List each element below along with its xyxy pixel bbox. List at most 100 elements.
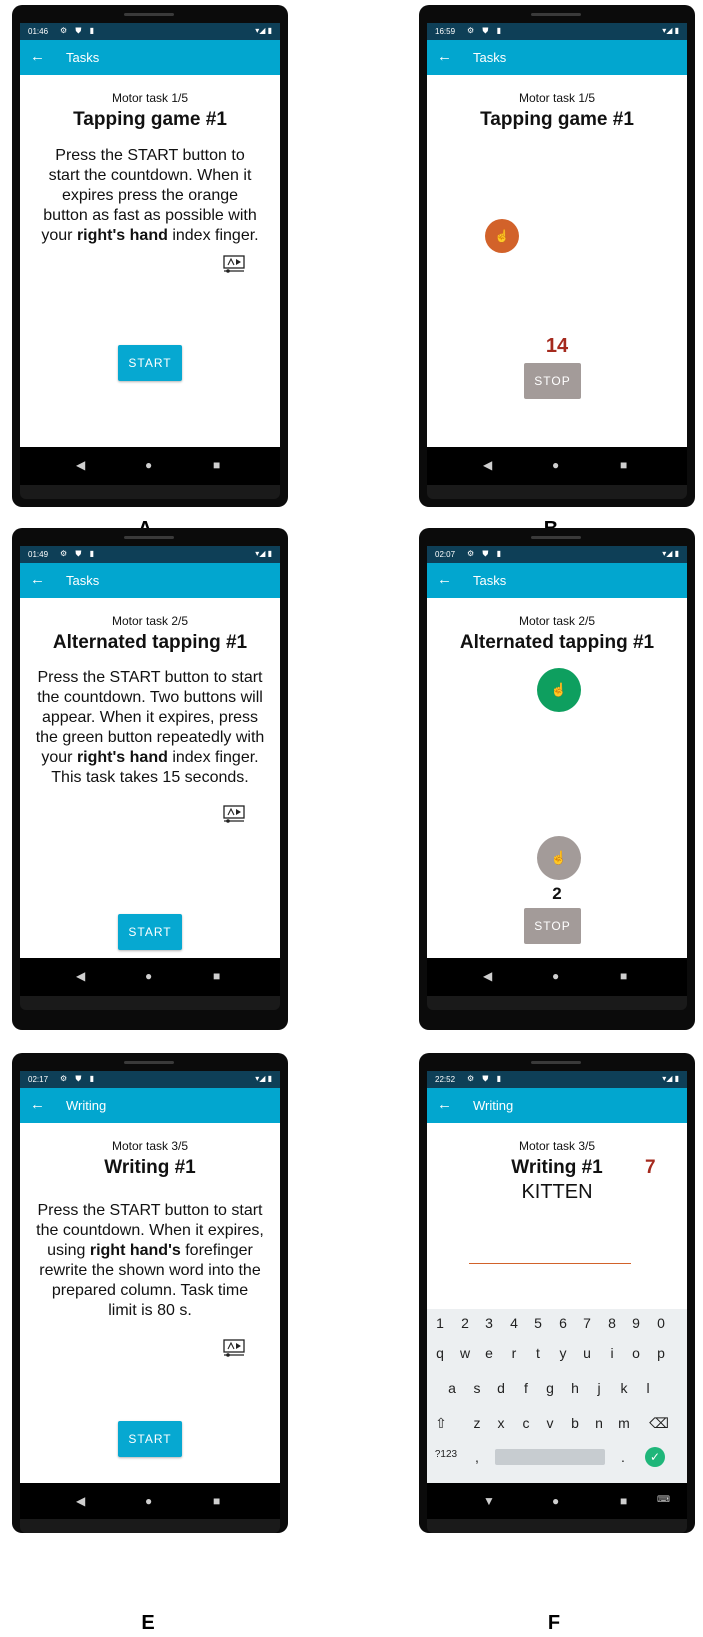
comma-key[interactable]: , — [467, 1449, 487, 1465]
status-icons: ⚙ ⛊ ▮ — [467, 26, 505, 35]
nav-recent-icon[interactable]: ■ — [213, 458, 220, 472]
phone-chin — [427, 1519, 687, 1533]
start-button[interactable]: START — [118, 345, 182, 381]
back-arrow-icon[interactable]: ← — [30, 48, 45, 65]
gray-tap-button[interactable]: ☝ — [537, 836, 581, 880]
key[interactable]: y — [553, 1345, 573, 1361]
period-key[interactable]: . — [613, 1449, 633, 1465]
space-key[interactable] — [495, 1449, 605, 1465]
signal-battery-icon: ▾◢ ▮ — [662, 549, 679, 558]
key[interactable]: u — [577, 1345, 597, 1361]
nav-back-icon[interactable]: ◀ — [483, 458, 492, 472]
soft-keyboard: 1 2 3 4 5 6 7 8 9 0 q w e r t y u i o p … — [427, 1309, 687, 1483]
key[interactable]: 1 — [430, 1315, 450, 1331]
stop-button[interactable]: STOP — [524, 908, 581, 944]
key[interactable]: 8 — [602, 1315, 622, 1331]
nav-home-icon[interactable]: ● — [145, 458, 152, 472]
nav-home-icon[interactable]: ● — [552, 969, 559, 983]
enter-check-icon[interactable]: ✓ — [645, 1447, 665, 1467]
key[interactable]: a — [442, 1380, 462, 1396]
key[interactable]: b — [565, 1415, 585, 1431]
key[interactable]: o — [626, 1345, 646, 1361]
nav-recent-icon[interactable]: ■ — [620, 1494, 627, 1508]
orange-tap-button[interactable]: ☝ — [485, 219, 519, 253]
writing-input-line[interactable] — [469, 1263, 631, 1264]
task-heading: Tapping game #1 — [73, 109, 227, 130]
nav-bar: ◀ ● ■ — [20, 1483, 280, 1521]
panel-label: F — [547, 1612, 561, 1634]
nav-back-icon[interactable]: ◀ — [76, 1494, 85, 1508]
back-arrow-icon[interactable]: ← — [30, 571, 45, 588]
key[interactable]: c — [516, 1415, 536, 1431]
key[interactable]: h — [565, 1380, 585, 1396]
task-number: Motor task 1/5 — [111, 91, 189, 105]
key[interactable]: m — [614, 1415, 634, 1431]
shift-key-icon[interactable]: ⇧ — [431, 1415, 451, 1432]
nav-back-icon[interactable]: ◀ — [76, 458, 85, 472]
key[interactable]: k — [614, 1380, 634, 1396]
video-tutorial-icon[interactable] — [223, 805, 245, 823]
key[interactable]: z — [467, 1415, 487, 1431]
nav-back-icon[interactable]: ◀ — [76, 969, 85, 983]
countdown-value: 2 — [552, 884, 562, 903]
status-bar: 02:17 ⚙ ⛊ ▮ ▾◢ ▮ — [20, 1071, 280, 1088]
back-arrow-icon[interactable]: ← — [437, 571, 452, 588]
back-arrow-icon[interactable]: ← — [437, 48, 452, 65]
signal-battery-icon: ▾◢ ▮ — [662, 26, 679, 35]
nav-home-icon[interactable]: ● — [552, 458, 559, 472]
key[interactable]: l — [638, 1380, 658, 1396]
video-tutorial-icon[interactable] — [223, 1339, 245, 1357]
key[interactable]: 3 — [479, 1315, 499, 1331]
key[interactable]: t — [528, 1345, 548, 1361]
nav-bar: ◀ ● ■ — [427, 958, 687, 996]
nav-collapse-keyboard-icon[interactable]: ▼ — [483, 1494, 495, 1508]
nav-recent-icon[interactable]: ■ — [213, 1494, 220, 1508]
nav-recent-icon[interactable]: ■ — [620, 969, 627, 983]
nav-home-icon[interactable]: ● — [552, 1494, 559, 1508]
nav-home-icon[interactable]: ● — [145, 1494, 152, 1508]
key[interactable]: f — [516, 1380, 536, 1396]
video-tutorial-icon[interactable] — [223, 255, 245, 273]
key[interactable]: s — [467, 1380, 487, 1396]
task-number: Motor task 3/5 — [111, 1139, 189, 1153]
task-heading: Tapping game #1 — [480, 109, 634, 130]
back-arrow-icon[interactable]: ← — [30, 1096, 45, 1113]
signal-battery-icon: ▾◢ ▮ — [255, 1074, 272, 1083]
key[interactable]: p — [651, 1345, 671, 1361]
key[interactable]: q — [430, 1345, 450, 1361]
start-button[interactable]: START — [118, 914, 182, 950]
key[interactable]: j — [589, 1380, 609, 1396]
phone-panel-a: 01:46 ⚙ ⛊ ▮ ▾◢ ▮ ← Tasks Motor task 1/5 … — [12, 5, 288, 507]
nav-home-icon[interactable]: ● — [145, 969, 152, 983]
backspace-key-icon[interactable]: ⌫ — [649, 1415, 669, 1432]
key[interactable]: w — [455, 1345, 475, 1361]
key[interactable]: 5 — [528, 1315, 548, 1331]
key[interactable]: e — [479, 1345, 499, 1361]
key[interactable]: v — [540, 1415, 560, 1431]
key[interactable]: g — [540, 1380, 560, 1396]
screen: 02:17 ⚙ ⛊ ▮ ▾◢ ▮ ← Writing Motor task 3/… — [20, 1071, 280, 1483]
key[interactable]: 0 — [651, 1315, 671, 1331]
key[interactable]: d — [491, 1380, 511, 1396]
keyboard-switch-icon[interactable]: ⌨ — [657, 1494, 670, 1505]
start-button[interactable]: START — [118, 1421, 182, 1457]
key[interactable]: 4 — [504, 1315, 524, 1331]
phone-chin — [20, 1519, 280, 1533]
green-tap-button[interactable]: ☝ — [537, 668, 581, 712]
symbols-key[interactable]: ?123 — [429, 1449, 463, 1460]
back-arrow-icon[interactable]: ← — [437, 1096, 452, 1113]
key[interactable]: i — [602, 1345, 622, 1361]
key[interactable]: 6 — [553, 1315, 573, 1331]
task-heading: Writing #1 — [104, 1157, 196, 1178]
status-time: 02:07 — [435, 550, 456, 559]
nav-recent-icon[interactable]: ■ — [213, 969, 220, 983]
key[interactable]: 9 — [626, 1315, 646, 1331]
stop-button[interactable]: STOP — [524, 363, 581, 399]
key[interactable]: x — [491, 1415, 511, 1431]
key[interactable]: r — [504, 1345, 524, 1361]
key[interactable]: n — [589, 1415, 609, 1431]
key[interactable]: 7 — [577, 1315, 597, 1331]
nav-back-icon[interactable]: ◀ — [483, 969, 492, 983]
nav-recent-icon[interactable]: ■ — [620, 458, 627, 472]
key[interactable]: 2 — [455, 1315, 475, 1331]
